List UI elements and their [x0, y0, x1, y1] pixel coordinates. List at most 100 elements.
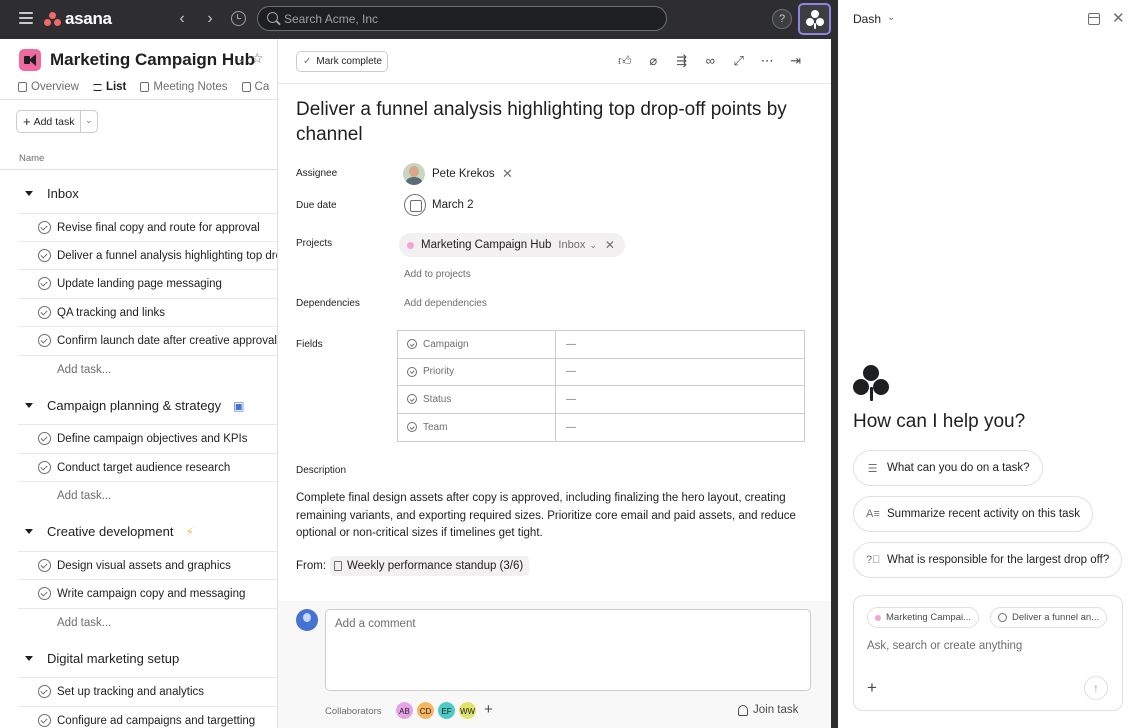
more-icon[interactable]: ⋯	[753, 53, 782, 69]
history-icon[interactable]	[231, 11, 246, 26]
collapse-triangle-icon[interactable]	[25, 191, 33, 196]
collapse-triangle-icon[interactable]	[25, 529, 33, 534]
close-pane-icon[interactable]: ⇥	[782, 53, 811, 69]
description-text[interactable]: Complete final design assets after copy …	[296, 490, 806, 543]
collapse-triangle-icon[interactable]	[25, 656, 33, 661]
task-row[interactable]: Write campaign copy and messaging	[18, 579, 277, 607]
check-circle-icon[interactable]	[38, 461, 51, 474]
tab-list[interactable]: List	[92, 81, 126, 93]
star-icon[interactable]: ☆	[251, 50, 264, 67]
tab-overview[interactable]: Overview	[18, 81, 79, 93]
check-circle-icon[interactable]	[38, 559, 51, 572]
field-row[interactable]: Priority —	[398, 358, 804, 386]
add-dependencies-link[interactable]: Add dependencies	[404, 298, 487, 309]
plus-icon[interactable]: +	[867, 678, 877, 698]
back-icon[interactable]: ‹	[174, 10, 190, 28]
column-header-name[interactable]: Name	[19, 153, 44, 164]
check-circle-icon[interactable]	[38, 334, 51, 347]
comment-input[interactable]: Add a comment	[325, 609, 811, 691]
check-circle-icon[interactable]	[38, 306, 51, 319]
field-value[interactable]: —	[556, 359, 576, 386]
search-input[interactable]: Search Acme, Inc	[257, 6, 667, 31]
task-row[interactable]: Confirm launch date after creative appro…	[18, 326, 277, 354]
task-row[interactable]: Configure ad campaigns and targetting	[18, 706, 277, 728]
subtask-icon[interactable]: ⇶	[668, 53, 697, 69]
add-task-row[interactable]: Add task...	[18, 481, 277, 509]
join-task-button[interactable]: Join task	[738, 704, 798, 716]
check-circle-icon[interactable]	[38, 277, 51, 290]
task-row[interactable]: Define campaign objectives and KPIs	[18, 424, 277, 452]
check-circle-icon[interactable]	[38, 587, 51, 600]
task-row[interactable]: Revise final copy and route for approval	[18, 213, 277, 241]
task-row[interactable]: Deliver a funnel analysis highlighting t…	[18, 241, 277, 269]
task-title[interactable]: Deliver a funnel analysis highlighting t…	[296, 97, 816, 147]
suggestion-chip[interactable]: ☰ What can you do on a task?	[853, 450, 1043, 486]
collaborator-avatar[interactable]: AB	[395, 701, 414, 720]
add-task-button[interactable]: + Add task ⌄	[16, 110, 98, 133]
chevron-down-icon[interactable]: ⌄	[887, 12, 895, 23]
assignee-name[interactable]: Pete Krekos	[432, 168, 495, 180]
collaborator-avatar[interactable]: EF	[437, 701, 456, 720]
chevron-down-icon[interactable]: ⌄	[85, 115, 93, 126]
project-name[interactable]: Marketing Campaign Hub	[421, 239, 551, 251]
asana-logo[interactable]: asana	[44, 9, 112, 29]
field-value[interactable]: —	[556, 414, 576, 442]
check-circle-icon[interactable]	[38, 249, 51, 262]
collapse-triangle-icon[interactable]	[25, 403, 33, 408]
check-circle-icon[interactable]	[38, 221, 51, 234]
link-icon[interactable]: ∞	[696, 53, 725, 69]
tab-meeting-notes[interactable]: Meeting Notes	[140, 81, 228, 93]
remove-assignee-icon[interactable]: ✕	[502, 166, 513, 182]
section-select[interactable]: Inbox	[558, 239, 585, 251]
add-task-row[interactable]: Add task...	[18, 355, 277, 383]
layout-icon[interactable]	[1088, 13, 1100, 25]
chat-input[interactable]: Ask, search or create anything	[867, 640, 1022, 652]
remove-project-icon[interactable]: ✕	[605, 238, 615, 252]
field-row[interactable]: Team —	[398, 413, 804, 442]
mark-complete-button[interactable]: ✓ Mark complete	[296, 51, 388, 72]
chevron-down-icon[interactable]: ⌄	[237, 52, 246, 65]
expand-icon[interactable]: ⤢	[725, 53, 754, 69]
panel-title[interactable]: Dash	[853, 12, 881, 26]
context-chip-task[interactable]: Deliver a funnel an...	[990, 607, 1108, 628]
section-header-creative-development[interactable]: Creative development ⚡	[25, 524, 194, 539]
close-icon[interactable]: ✕	[1112, 9, 1125, 27]
due-date-value[interactable]: March 2	[432, 199, 474, 211]
task-row[interactable]: Set up tracking and analytics	[18, 677, 277, 705]
chevron-down-icon[interactable]: ⌄	[589, 240, 597, 251]
context-chip-project[interactable]: Marketing Campai...	[867, 607, 980, 628]
forward-icon[interactable]: ›	[202, 10, 218, 28]
field-value[interactable]: —	[556, 386, 576, 413]
add-collaborator-icon[interactable]: +	[484, 701, 493, 718]
check-circle-icon[interactable]	[38, 432, 51, 445]
source-link[interactable]: Weekly performance standup (3/6)	[330, 556, 530, 576]
thumbs-up-icon[interactable]: 👍︎	[611, 53, 640, 69]
collaborator-avatar[interactable]: WW	[458, 701, 477, 720]
section-header-inbox[interactable]: Inbox	[25, 186, 79, 201]
task-row[interactable]: Update landing page messaging	[18, 269, 277, 297]
suggestion-chip[interactable]: A≡ Summarize recent activity on this task	[853, 496, 1094, 532]
task-row[interactable]: QA tracking and links	[18, 298, 277, 326]
calendar-icon[interactable]	[404, 194, 426, 216]
tab-calendar[interactable]: Ca	[241, 81, 269, 93]
add-to-projects-link[interactable]: Add to projects	[404, 269, 471, 280]
ai-assistant-button[interactable]	[798, 3, 831, 35]
menu-icon[interactable]	[19, 12, 33, 24]
project-title[interactable]: Marketing Campaign Hub	[50, 50, 255, 70]
task-row[interactable]: Conduct target audience research	[18, 453, 277, 481]
section-header-campaign-planning[interactable]: Campaign planning & strategy ▣	[25, 398, 245, 413]
task-row[interactable]: Design visual assets and graphics	[18, 551, 277, 579]
collaborator-avatar[interactable]: CD	[416, 701, 435, 720]
field-value[interactable]: —	[556, 331, 576, 358]
project-pill[interactable]: Marketing Campaign Hub Inbox ⌄ ✕	[399, 233, 625, 257]
check-circle-icon[interactable]	[38, 714, 51, 727]
field-row[interactable]: Status —	[398, 386, 804, 414]
section-header-digital-marketing[interactable]: Digital marketing setup	[25, 651, 179, 666]
help-button[interactable]: ?	[772, 9, 792, 29]
send-arrow-icon[interactable]: ↑	[1084, 676, 1108, 700]
check-circle-icon[interactable]	[38, 685, 51, 698]
suggestion-chip[interactable]: ?⃝ What is responsible for the largest dr…	[853, 542, 1123, 578]
attachment-icon[interactable]: ⌀	[639, 53, 668, 69]
add-task-row[interactable]: Add task...	[18, 608, 277, 636]
panel-divider[interactable]	[831, 39, 838, 728]
